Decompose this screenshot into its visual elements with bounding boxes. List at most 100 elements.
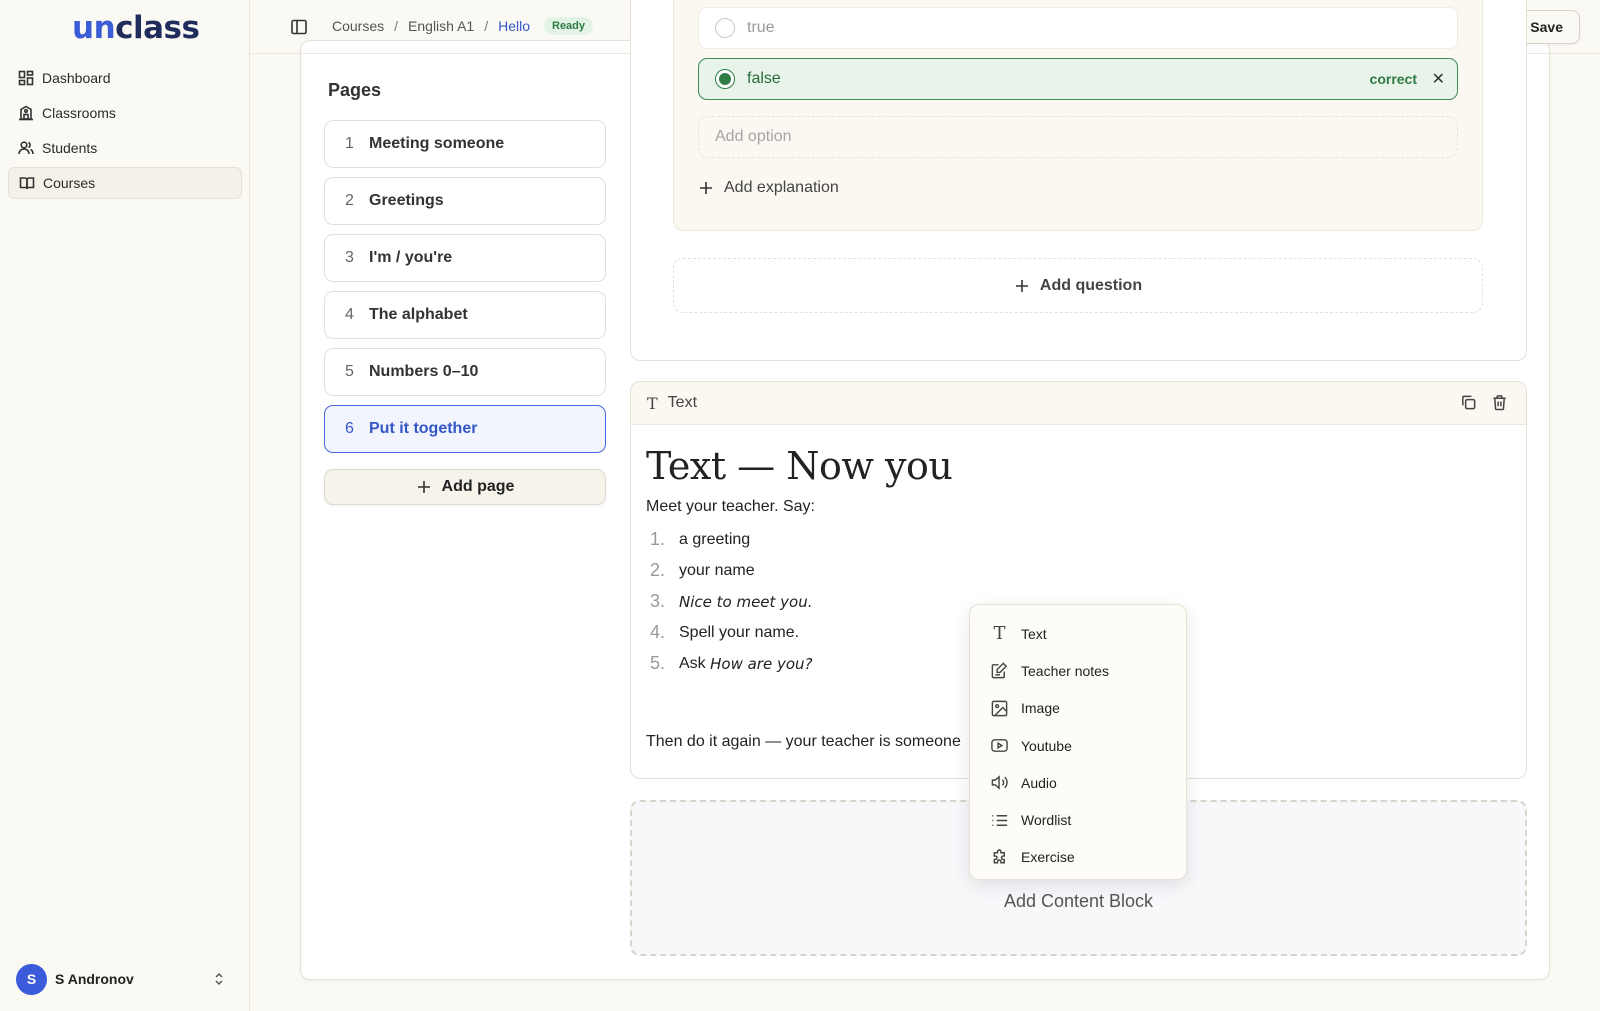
menu-item-label: Youtube <box>1021 737 1072 754</box>
image-icon <box>991 700 1008 717</box>
audio-icon <box>991 775 1008 791</box>
notes-icon <box>991 662 1008 679</box>
page-item[interactable]: 5 Numbers 0–10 <box>324 348 606 396</box>
trash-icon[interactable] <box>1491 394 1508 411</box>
menu-item-wordlist[interactable]: Wordlist <box>970 801 1186 838</box>
sidebar-item-label: Courses <box>43 175 96 191</box>
breadcrumb-course[interactable]: English A1 <box>408 18 474 34</box>
page-item-active[interactable]: 6 Put it together <box>324 405 606 453</box>
menu-item-label: Text <box>1021 625 1047 642</box>
correct-label: correct <box>1369 71 1417 87</box>
page-title: Greetings <box>369 192 444 209</box>
page-item[interactable]: 1 Meeting someone <box>324 120 606 168</box>
youtube-icon <box>991 739 1008 752</box>
page-list: 1 Meeting someone 2 Greetings 3 I'm / you'r… <box>324 120 606 462</box>
user-menu[interactable]: S S Andronov <box>16 963 234 995</box>
menu-item-exercise[interactable]: Exercise <box>970 839 1186 876</box>
option-radio[interactable] <box>715 18 735 38</box>
grid-icon <box>18 70 34 86</box>
close-icon[interactable]: ✕ <box>1432 69 1445 89</box>
menu-item-audio[interactable]: Audio <box>970 764 1186 801</box>
pages-title: Pages <box>328 80 382 100</box>
add-page-label: Add page <box>441 478 515 495</box>
book-icon <box>19 177 35 190</box>
page-number: 1 <box>345 135 354 152</box>
menu-item-image[interactable]: Image <box>970 690 1186 727</box>
add-page-button[interactable]: Add page <box>324 469 606 505</box>
puzzle-icon <box>993 849 1005 864</box>
sidebar-item-courses[interactable]: Courses <box>8 167 242 199</box>
page-number: 3 <box>345 249 354 266</box>
sidebar-item-students[interactable]: Students <box>8 132 242 164</box>
add-question-button[interactable]: Add question <box>673 258 1483 313</box>
menu-item-text[interactable]: T Text <box>970 615 1186 652</box>
option-false[interactable]: false correct ✕ <box>698 58 1458 100</box>
app-logo[interactable]: unclass <box>72 10 200 46</box>
add-option-input[interactable]: Add option <box>698 116 1458 158</box>
breadcrumb-separator: / <box>484 18 489 34</box>
list-icon <box>992 814 1008 826</box>
breadcrumb-current: Hello <box>498 18 530 34</box>
list-item: 2. your name <box>650 560 755 580</box>
text-block-header: T Text <box>631 382 1526 425</box>
add-question-label: Add question <box>1039 276 1143 294</box>
page-item[interactable]: 4 The alphabet <box>324 291 606 339</box>
page-number: 5 <box>345 363 354 380</box>
page-number: 6 <box>345 420 354 437</box>
option-radio-checked[interactable] <box>715 69 735 89</box>
user-name: S Andronov <box>55 971 134 987</box>
page-title: Numbers 0–10 <box>369 363 479 380</box>
page-number: 4 <box>345 306 354 323</box>
option-text: true <box>747 19 775 36</box>
status-badge: Ready <box>544 17 594 35</box>
plus-icon <box>700 182 712 194</box>
sidebar-toggle-icon[interactable] <box>290 18 308 36</box>
chevron-up-down-icon <box>215 972 223 986</box>
text-intro: Meet your teacher. Say: <box>646 498 815 515</box>
option-text: false <box>747 70 781 87</box>
text-list: 1. a greeting 2. your name 3. Nice to meet … <box>646 524 952 679</box>
list-item: 4. Spell your name. <box>650 622 800 642</box>
menu-item-label: Wordlist <box>1021 812 1072 829</box>
plus-icon <box>417 481 430 493</box>
menu-item-label: Image <box>1021 700 1060 717</box>
page-number: 2 <box>345 192 354 209</box>
breadcrumb-courses[interactable]: Courses <box>332 18 384 34</box>
block-type-label: Text <box>667 394 698 411</box>
page-title: Put it together <box>369 420 478 437</box>
text-heading: Text — Now you <box>646 444 953 488</box>
sidebar-item-dashboard[interactable]: Dashboard <box>8 62 242 94</box>
sidebar-item-label: Students <box>42 140 98 156</box>
page-item[interactable]: 3 I'm / you're <box>324 234 606 282</box>
block-actions <box>1446 394 1508 411</box>
add-content-block-label: Add Content Block <box>1003 891 1154 911</box>
add-explanation-label: Add explanation <box>724 179 839 196</box>
page-title: I'm / you're <box>369 249 453 266</box>
list-item: 1. a greeting <box>650 529 751 549</box>
list-item: 5. Ask How are you? <box>650 653 813 673</box>
page-item[interactable]: 2 Greetings <box>324 177 606 225</box>
menu-item-label: Exercise <box>1021 849 1075 866</box>
menu-item-teacher-notes[interactable]: Teacher notes <box>970 652 1186 689</box>
sidebar-item-label: Classrooms <box>42 105 116 121</box>
breadcrumb-separator: / <box>394 18 399 34</box>
block-type-menu: T Text Teacher notes Image Youtube Audio… <box>969 604 1187 880</box>
sidebar-item-classrooms[interactable]: Classrooms <box>8 97 242 129</box>
text-icon: T <box>993 623 1006 645</box>
sidebar-item-label: Dashboard <box>42 70 111 86</box>
users-icon <box>18 141 34 155</box>
menu-item-label: Audio <box>1021 774 1057 791</box>
avatar: S <box>16 963 47 995</box>
text-content[interactable]: Text — Now you Meet your teacher. Say: 1… <box>646 444 953 679</box>
text-paragraph: Then do it again — your teacher is someo… <box>646 733 961 750</box>
breadcrumb: Courses / English A1 / Hello Ready <box>332 17 594 35</box>
add-explanation-button[interactable]: Add explanation <box>698 179 839 197</box>
copy-icon[interactable] <box>1460 394 1477 411</box>
menu-item-youtube[interactable]: Youtube <box>970 727 1186 764</box>
option-true[interactable]: true <box>698 7 1458 49</box>
sidebar-nav: Dashboard Classrooms Students Courses <box>8 62 242 202</box>
list-item: 3. Nice to meet you. <box>650 591 813 611</box>
school-icon <box>19 105 33 121</box>
menu-item-label: Teacher notes <box>1021 662 1109 679</box>
plus-icon <box>1015 279 1028 292</box>
